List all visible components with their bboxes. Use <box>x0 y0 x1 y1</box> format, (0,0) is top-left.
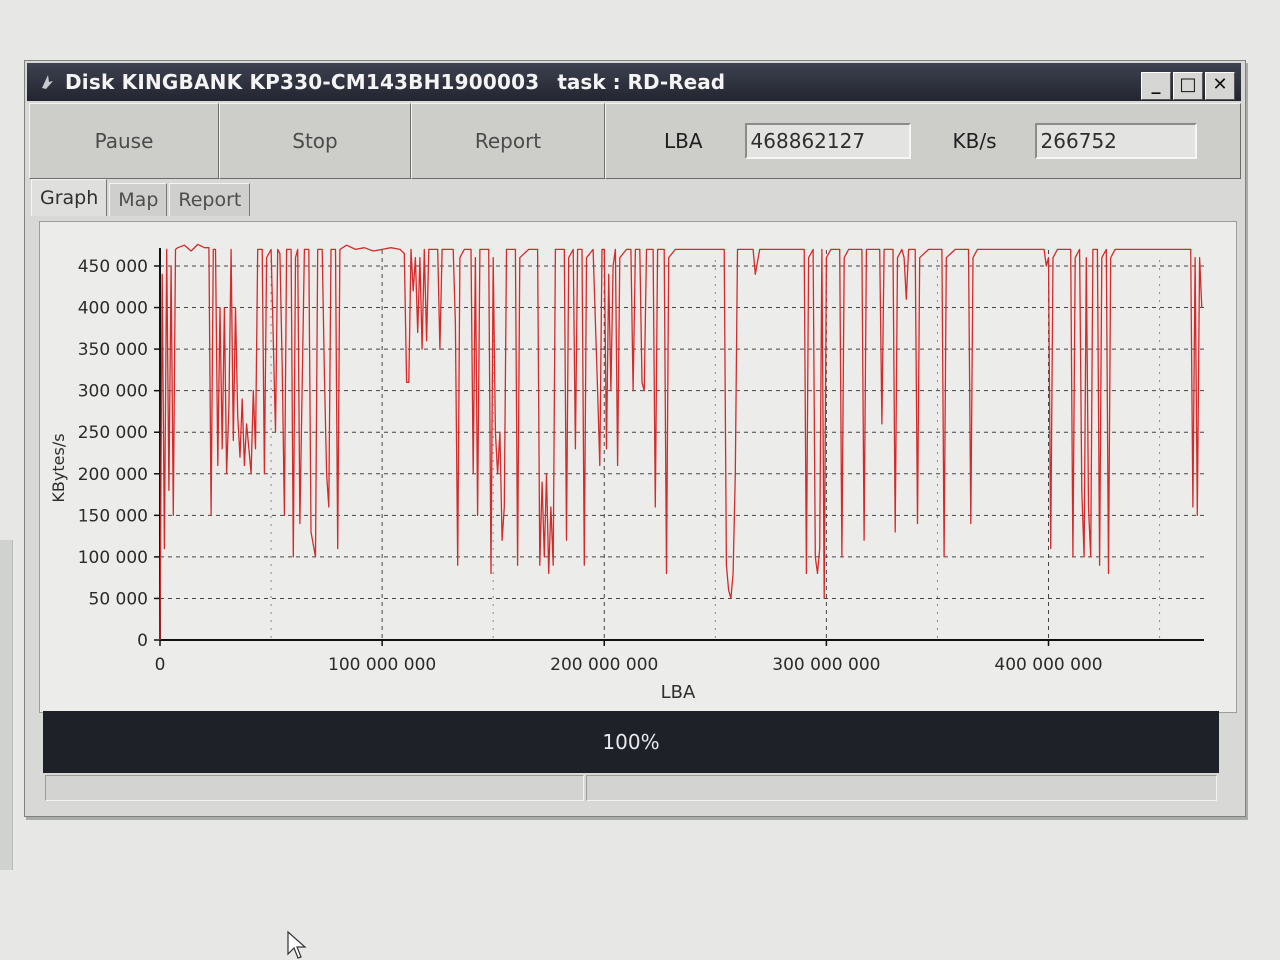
status-bar <box>45 775 1217 801</box>
lba-field[interactable]: 468862127 <box>744 123 911 159</box>
y-tick-label: 450 000 <box>78 257 148 277</box>
x-tick-label: 400 000 000 <box>994 655 1102 675</box>
tab-bar: Graph Map Report <box>31 179 252 217</box>
x-tick-label: 200 000 000 <box>550 655 658 675</box>
speed-label: KB/s <box>952 129 997 153</box>
x-tick-label: 100 000 000 <box>328 655 436 675</box>
title-bar[interactable]: Disk KINGBANK KP330-CM143BH1900003 task … <box>27 63 1241 101</box>
tab-map[interactable]: Map <box>109 183 168 216</box>
y-tick-label: 200 000 <box>78 465 148 485</box>
x-tick-label: 0 <box>155 655 166 675</box>
y-tick-label: 400 000 <box>78 299 148 319</box>
minimize-button[interactable]: _ <box>1141 72 1171 100</box>
y-tick-label: 300 000 <box>78 382 148 402</box>
mouse-cursor-icon <box>287 930 307 959</box>
status-segment-right <box>586 775 1217 801</box>
x-axis-label: LBA <box>661 682 696 703</box>
y-tick-label: 100 000 <box>78 548 148 568</box>
progress-bar: 100% <box>43 711 1219 773</box>
graph-panel: 0 50 000 100 000 150 000 200 000 250 000 300 0… <box>39 221 1237 713</box>
speed-field[interactable]: 266752 <box>1034 123 1197 159</box>
task-window: Disk KINGBANK KP330-CM143BH1900003 task … <box>24 60 1246 817</box>
tab-report[interactable]: Report <box>169 183 251 216</box>
progress-text: 100% <box>602 730 660 754</box>
window-task: task : RD-Read <box>557 70 726 94</box>
x-tick-label: 300 000 000 <box>772 655 880 675</box>
y-tick-label: 0 <box>137 631 148 651</box>
series-line-speed <box>159 243 1203 641</box>
maximize-button[interactable]: □ <box>1173 72 1203 100</box>
status-segment-left <box>45 775 585 801</box>
y-tick-label: 350 000 <box>78 340 148 360</box>
tab-graph[interactable]: Graph <box>31 179 108 216</box>
y-tick-label: 50 000 <box>89 589 148 609</box>
disk-app-icon <box>39 73 55 91</box>
y-axis-label: KBytes/s <box>49 433 68 502</box>
desktop-edge <box>0 540 13 870</box>
report-button[interactable]: Report <box>411 103 605 179</box>
lba-label: LBA <box>664 129 703 153</box>
pause-button[interactable]: Pause <box>29 103 219 179</box>
y-tick-label: 150 000 <box>78 506 148 526</box>
status-info-panel: LBA 468862127 KB/s 266752 <box>605 103 1241 179</box>
close-button[interactable]: ✕ <box>1205 72 1235 100</box>
window-title: Disk KINGBANK KP330-CM143BH1900003 <box>65 70 540 94</box>
stop-button[interactable]: Stop <box>219 103 411 179</box>
speed-chart: 0 50 000 100 000 150 000 200 000 250 000 300 0… <box>49 243 1204 703</box>
toolbar: Pause Stop Report LBA 468862127 KB/s 266… <box>29 103 1241 179</box>
y-tick-label: 250 000 <box>78 423 148 443</box>
